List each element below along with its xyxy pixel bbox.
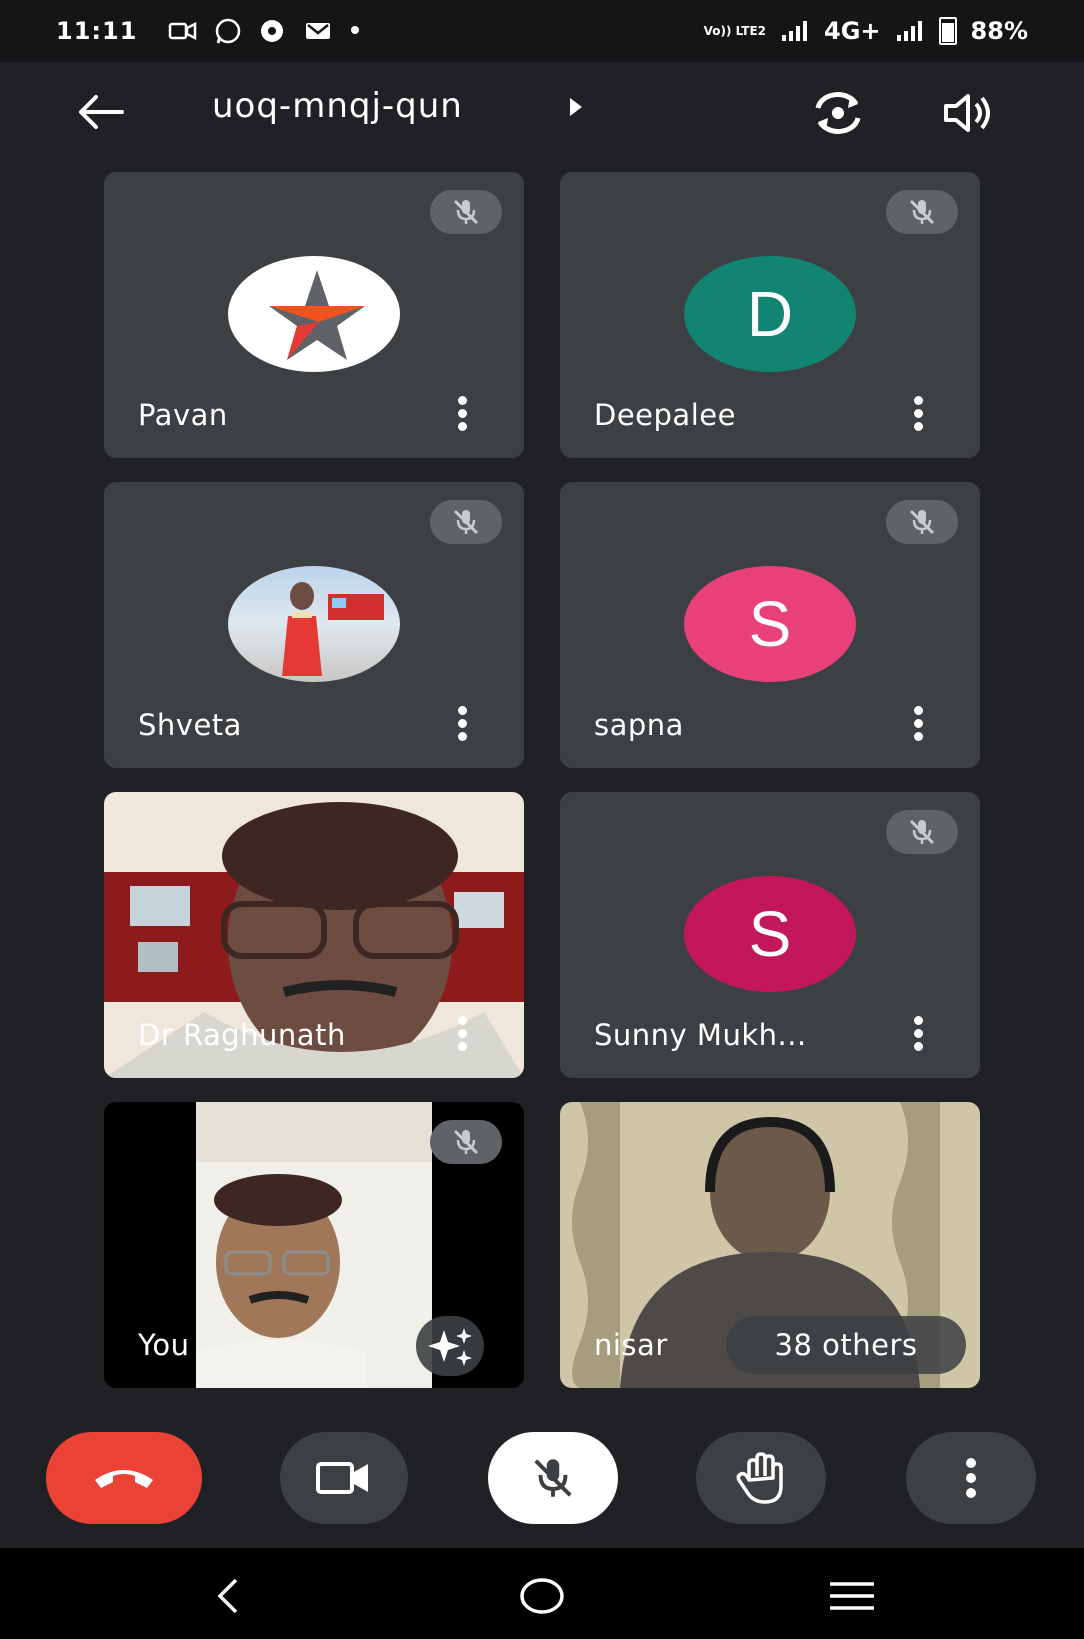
videocam-icon <box>316 1462 368 1494</box>
meeting-details-arrow-icon[interactable] <box>570 98 582 116</box>
status-time: 11:11 <box>56 17 138 45</box>
more-options-button[interactable] <box>906 1432 1036 1524</box>
more-options-icon[interactable] <box>456 1016 468 1052</box>
mic-off-icon <box>909 509 935 535</box>
status-bar: 11:11 Vo)) LTE2 4G+ 88% <box>0 0 1084 62</box>
signal-2-icon <box>896 21 922 41</box>
mic-off-badge <box>886 190 958 234</box>
end-call-button[interactable] <box>46 1432 202 1524</box>
nav-recents-icon[interactable] <box>826 1580 878 1612</box>
participant-name: Dr Raghunath <box>138 1018 346 1052</box>
mail-icon <box>306 23 330 39</box>
more-options-icon[interactable] <box>912 706 924 742</box>
top-bar: uoq-mnqj-qun <box>0 62 1084 162</box>
more-options-icon[interactable] <box>912 1016 924 1052</box>
camera-toggle-button[interactable] <box>280 1432 408 1524</box>
self-video-feed <box>196 1102 432 1388</box>
participant-name: Shveta <box>138 708 242 742</box>
volte-label: Vo)) LTE2 <box>703 24 767 38</box>
more-vert-icon <box>965 1458 977 1498</box>
more-options-icon[interactable] <box>456 396 468 432</box>
participant-avatar: D <box>684 256 856 372</box>
nav-home-icon[interactable] <box>518 1574 566 1618</box>
meet-screen: 11:11 Vo)) LTE2 4G+ 88% uoq-mnqj-qun Pav… <box>0 0 1084 1639</box>
video-notification-icon <box>168 21 197 41</box>
profile-photo-icon <box>282 582 384 676</box>
participant-tile-sapna[interactable]: S sapna <box>560 482 980 768</box>
system-nav-bar <box>0 1548 1084 1639</box>
hand-icon <box>736 1452 783 1504</box>
mic-off-icon <box>453 509 479 535</box>
whatsapp-icon <box>215 18 241 44</box>
participant-tile-pavan[interactable]: Pavan <box>104 172 524 458</box>
participant-tile-deepalee[interactable]: D Deepalee <box>560 172 980 458</box>
network-label: 4G+ <box>824 17 881 45</box>
participant-tile-shveta[interactable]: Shveta <box>104 482 524 768</box>
participant-name: You <box>138 1328 190 1362</box>
more-options-icon[interactable] <box>912 396 924 432</box>
battery-icon <box>938 17 957 45</box>
status-right: Vo)) LTE2 4G+ 88% <box>704 17 1028 45</box>
sparkle-icon <box>428 1328 472 1366</box>
star-logo-icon <box>269 270 365 360</box>
back-arrow-icon[interactable] <box>76 92 126 132</box>
participant-photo <box>228 566 400 682</box>
participant-name: Pavan <box>138 398 228 432</box>
end-call-icon <box>95 1470 153 1488</box>
raise-hand-button[interactable] <box>696 1432 826 1524</box>
participant-name: nisar <box>594 1328 668 1362</box>
participant-name: sapna <box>594 708 684 742</box>
participant-tile-dr-raghunath[interactable]: Dr Raghunath <box>104 792 524 1078</box>
signal-icon <box>782 21 808 41</box>
participant-avatar: S <box>684 566 856 682</box>
mic-toggle-button[interactable] <box>488 1432 618 1524</box>
others-chip[interactable]: 38 others <box>726 1316 966 1374</box>
mic-off-icon <box>534 1459 572 1497</box>
participant-avatar <box>228 256 400 372</box>
switch-camera-icon[interactable] <box>808 88 868 138</box>
meeting-code[interactable]: uoq-mnqj-qun <box>212 86 463 126</box>
participant-name: Deepalee <box>594 398 736 432</box>
mic-off-icon <box>453 199 479 225</box>
speaker-icon[interactable] <box>942 90 998 136</box>
mic-off-badge <box>430 1120 502 1164</box>
mic-off-badge <box>886 810 958 854</box>
chrome-icon <box>261 20 283 42</box>
nav-back-icon[interactable] <box>212 1576 242 1616</box>
notification-dot-icon <box>351 26 359 34</box>
mic-off-badge <box>886 500 958 544</box>
participant-name: Sunny Mukh... <box>594 1018 807 1052</box>
mic-off-badge <box>430 190 502 234</box>
effects-button[interactable] <box>416 1316 484 1376</box>
mic-off-icon <box>453 1129 479 1155</box>
mic-off-icon <box>909 199 935 225</box>
more-options-icon[interactable] <box>456 706 468 742</box>
participant-avatar: S <box>684 876 856 992</box>
mic-off-badge <box>430 500 502 544</box>
battery-level: 88% <box>970 17 1028 45</box>
participant-tile-sunny[interactable]: S Sunny Mukh... <box>560 792 980 1078</box>
mic-off-icon <box>909 819 935 845</box>
